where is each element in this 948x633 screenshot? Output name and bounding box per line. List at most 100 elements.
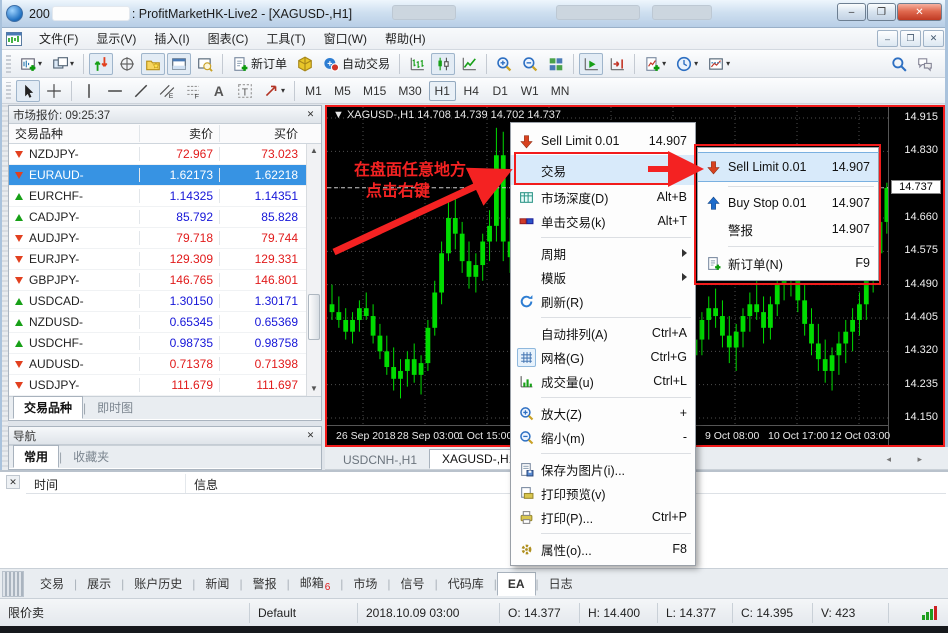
zoom-out-button[interactable] <box>518 53 542 75</box>
zoom-in-button[interactable] <box>492 53 516 75</box>
market-watch-row-EURAUD[interactable]: EURAUD-1.621731.62218 <box>9 165 321 186</box>
channel-button[interactable]: E <box>155 80 179 102</box>
terminal-tab-账户历史[interactable]: 账户历史 <box>124 571 192 596</box>
market-watch-tab-即时图[interactable]: 即时图 <box>86 396 144 419</box>
toolbar-grip[interactable] <box>6 54 11 73</box>
timeframe-M5[interactable]: M5 <box>329 81 356 101</box>
navigator-title[interactable]: 导航 ✕ <box>9 427 321 445</box>
timeframe-M1[interactable]: M1 <box>300 81 327 101</box>
scroll-thumb[interactable] <box>308 294 320 340</box>
terminal-tab-信号[interactable]: 信号 <box>391 571 435 596</box>
horizontal-line-button[interactable] <box>103 80 127 102</box>
cursor-button[interactable] <box>16 80 40 102</box>
chevron-down-icon[interactable]: ▾ <box>281 86 285 95</box>
search-button[interactable] <box>887 53 911 75</box>
terminal-header-message[interactable]: 信息 <box>186 474 226 493</box>
chevron-down-icon[interactable]: ▾ <box>694 59 698 68</box>
auto-scroll-button[interactable] <box>579 53 603 75</box>
terminal-tab-EA[interactable]: EA <box>497 572 536 596</box>
market-watch-title[interactable]: 市场报价: 09:25:37 ✕ <box>9 106 321 124</box>
menu-item-alert[interactable]: 警报14.907 <box>698 216 878 242</box>
terminal-button[interactable] <box>167 53 191 75</box>
candlestick-chart-button[interactable] <box>431 53 455 75</box>
fibonacci-button[interactable]: F <box>181 80 205 102</box>
mdi-minimize-button[interactable]: – <box>877 30 898 47</box>
market-watch-row-NZDUSD[interactable]: NZDUSD-0.653450.65369 <box>9 312 321 333</box>
market-watch-row-USDCAD[interactable]: USDCAD-1.301501.30171 <box>9 291 321 312</box>
menu-item-depth-of-market[interactable]: 市场深度(D)Alt+B <box>511 185 695 209</box>
menu-item-print-preview[interactable]: 打印预览(v) <box>511 481 695 505</box>
menu-item-zoom-out[interactable]: 缩小(m)- <box>511 425 695 449</box>
menu-item-grid[interactable]: 网格(G)Ctrl+G <box>511 345 695 369</box>
periods-list-button[interactable]: ▾ <box>672 53 702 75</box>
close-icon[interactable]: ✕ <box>304 108 317 121</box>
toolbar-grip[interactable] <box>6 82 11 100</box>
menu-item-buy-stop[interactable]: Buy Stop 0.0114.907 <box>698 190 878 216</box>
market-watch-button[interactable] <box>89 53 113 75</box>
crosshair-button[interactable] <box>42 80 66 102</box>
menu-item-volumes[interactable]: 成交量(u)Ctrl+L <box>511 369 695 393</box>
data-window-button[interactable] <box>115 53 139 75</box>
menu-item-print[interactable]: 打印(P)...Ctrl+P <box>511 505 695 529</box>
timeframe-H1[interactable]: H1 <box>429 81 456 101</box>
market-watch-row-USDJPY[interactable]: USDJPY-111.679111.697 <box>9 375 321 396</box>
templates-button[interactable]: ▾ <box>704 53 734 75</box>
metaeditor-button[interactable] <box>293 53 317 75</box>
timeframe-M30[interactable]: M30 <box>393 81 426 101</box>
market-watch-header[interactable]: 交易品种卖价买价 <box>9 124 321 144</box>
market-watch-row-GBPJPY[interactable]: GBPJPY-146.765146.801 <box>9 270 321 291</box>
menu-item-zoom-in[interactable]: 放大(Z)+ <box>511 401 695 425</box>
menu-item-trade[interactable]: 交易 <box>511 155 695 185</box>
menu-item-one-click-trading[interactable]: 单击交易(k)Alt+T <box>511 209 695 233</box>
menu-item-sell-limit[interactable]: Sell Limit 0.0114.907 <box>698 152 878 182</box>
menu-图表(C)[interactable]: 图表(C) <box>199 28 258 49</box>
scroll-down-icon[interactable]: ▼ <box>307 382 321 396</box>
close-icon[interactable]: ✕ <box>6 475 20 489</box>
close-icon[interactable]: ✕ <box>304 429 317 442</box>
market-watch-row-EURJPY[interactable]: EURJPY-129.309129.331 <box>9 249 321 270</box>
market-watch-row-CADJPY[interactable]: CADJPY-85.79285.828 <box>9 207 321 228</box>
terminal-header-time[interactable]: 时间 <box>26 474 186 493</box>
restore-button[interactable]: ❐ <box>867 3 896 21</box>
market-watch-scrollbar[interactable]: ▲▼ <box>306 144 321 396</box>
menu-item-save-as-picture[interactable]: 保存为图片(i)... <box>511 457 695 481</box>
terminal-tab-市场[interactable]: 市场 <box>343 571 387 596</box>
market-watch-row-USDCHF[interactable]: USDCHF-0.987350.98758 <box>9 333 321 354</box>
timeframe-MN[interactable]: MN <box>546 81 575 101</box>
timeframe-H4[interactable]: H4 <box>458 81 485 101</box>
navigator-tab-常用[interactable]: 常用 <box>13 445 59 468</box>
terminal-tab-代码库[interactable]: 代码库 <box>438 571 494 596</box>
strategy-tester-button[interactable] <box>193 53 217 75</box>
terminal-tab-警报[interactable]: 警报 <box>243 571 287 596</box>
menu-显示(V)[interactable]: 显示(V) <box>87 28 145 49</box>
vertical-line-button[interactable] <box>77 80 101 102</box>
navigator-tab-收藏夹[interactable]: 收藏夹 <box>62 445 120 468</box>
navigator-button[interactable] <box>141 53 165 75</box>
chart-tab-USDCNH-,H1[interactable]: USDCNH-,H1 <box>331 451 429 469</box>
scroll-up-icon[interactable]: ▲ <box>307 144 321 158</box>
chevron-down-icon[interactable]: ▾ <box>38 59 42 68</box>
new-order-button[interactable]: 新订单 <box>228 53 291 75</box>
terminal-tab-邮箱[interactable]: 邮箱6 <box>290 570 341 597</box>
menu-帮助(H)[interactable]: 帮助(H) <box>376 28 435 49</box>
terminal-tab-新闻[interactable]: 新闻 <box>195 571 239 596</box>
bar-chart-button[interactable] <box>405 53 429 75</box>
terminal-header[interactable]: 时间信息 <box>26 474 946 494</box>
terminal-tab-展示[interactable]: 展示 <box>77 571 121 596</box>
trendline-button[interactable] <box>129 80 153 102</box>
terminal-tab-日志[interactable]: 日志 <box>539 571 583 596</box>
price-axis[interactable]: 14.91514.83014.66014.57514.49014.40514.3… <box>888 107 943 445</box>
chevron-down-icon[interactable]: ▾ <box>70 59 74 68</box>
menu-item-templates[interactable]: 模版 <box>511 265 695 289</box>
menu-item-refresh[interactable]: 刷新(R) <box>511 289 695 313</box>
market-watch-header-col[interactable]: 买价 <box>219 125 304 142</box>
chevron-down-icon[interactable]: ▾ <box>726 59 730 68</box>
menu-工具(T)[interactable]: 工具(T) <box>257 28 314 49</box>
timeframe-M15[interactable]: M15 <box>358 81 391 101</box>
menu-item-periods[interactable]: 周期 <box>511 241 695 265</box>
menu-文件(F)[interactable]: 文件(F) <box>30 28 87 49</box>
text-button[interactable]: A <box>207 80 231 102</box>
close-button[interactable]: ✕ <box>897 3 942 21</box>
menu-窗口(W)[interactable]: 窗口(W) <box>315 28 376 49</box>
tile-windows-button[interactable] <box>544 53 568 75</box>
